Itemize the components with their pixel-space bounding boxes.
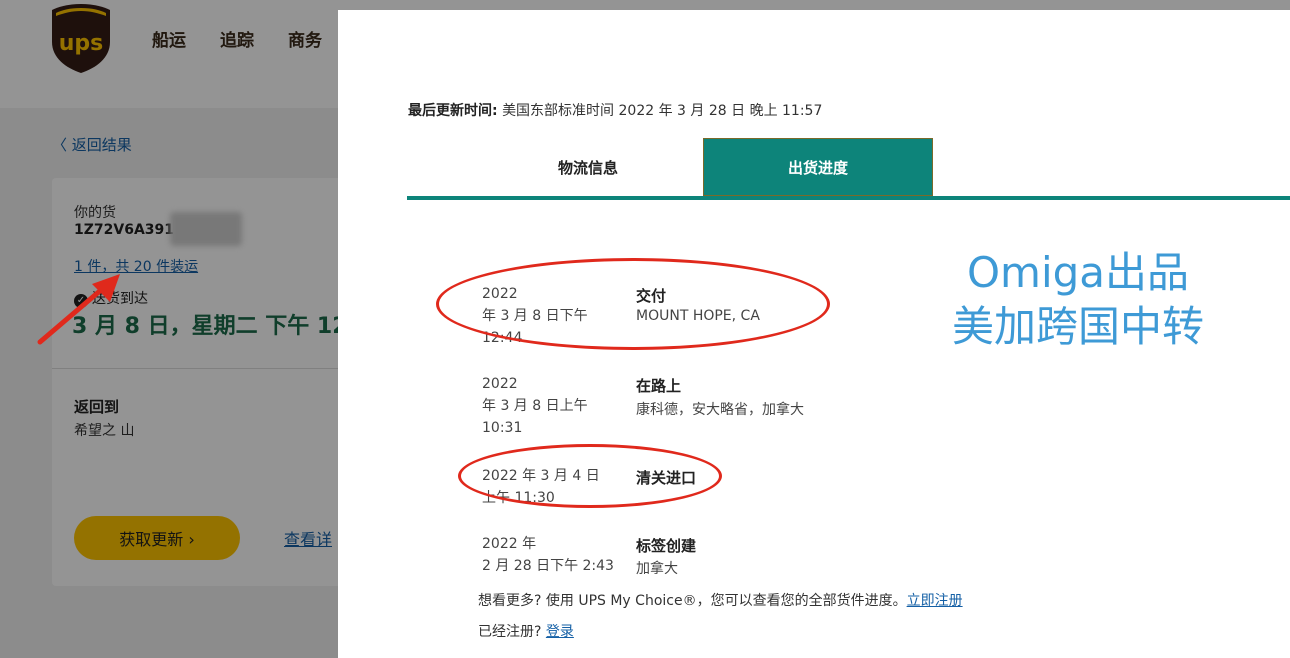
- red-ellipse-annotation: [436, 258, 830, 350]
- event-date-line: 2022: [482, 376, 518, 392]
- watermark-line: Omiga出品: [966, 248, 1190, 297]
- event-date-line: 10:31: [482, 420, 523, 436]
- event-date: 2022 年 2 月 28 日下午 2:43: [482, 533, 614, 577]
- watermark: Omiga出品 美加跨国中转: [928, 246, 1228, 354]
- event-date: 2022 年 3 月 8 日上午 10:31: [482, 373, 588, 439]
- last-update: 最后更新时间: 美国东部标准时间 2022 年 3 月 28 日 晚上 11:5…: [408, 100, 822, 120]
- last-update-label: 最后更新时间:: [408, 103, 498, 119]
- tab-underline: [407, 196, 1290, 200]
- event-title: 标签创建: [636, 537, 697, 555]
- register-link[interactable]: 立即注册: [907, 593, 963, 609]
- shipment-progress-modal: 最后更新时间: 美国东部标准时间 2022 年 3 月 28 日 晚上 11:5…: [338, 10, 1290, 658]
- event-location: 加拿大: [636, 561, 678, 577]
- login-text: 已经注册?: [478, 624, 546, 640]
- tab-shipment-progress[interactable]: 出货进度: [703, 138, 933, 196]
- red-arrow-annotation: [37, 274, 120, 345]
- tab-logistics-info[interactable]: 物流信息: [488, 148, 688, 188]
- event-date-line: 年 3 月 8 日上午: [482, 398, 588, 414]
- event-location: 康科德，安大略省，加拿大: [636, 402, 804, 418]
- event-title: 在路上: [636, 377, 682, 395]
- last-update-value: 美国东部标准时间 2022 年 3 月 28 日 晚上 11:57: [502, 103, 823, 119]
- my-choice-promo: 想看更多? 使用 UPS My Choice®，您可以查看您的全部货件进度。立即…: [478, 590, 963, 610]
- red-ellipse-annotation: [458, 444, 722, 508]
- watermark-line: 美加跨国中转: [951, 302, 1204, 351]
- login-prompt: 已经注册? 登录: [478, 621, 574, 641]
- promo-text: 想看更多? 使用 UPS My Choice®，您可以查看您的全部货件进度。: [478, 593, 907, 609]
- event-date-line: 2022 年: [482, 536, 537, 552]
- event-date-line: 2 月 28 日下午 2:43: [482, 558, 614, 574]
- login-link[interactable]: 登录: [546, 624, 574, 640]
